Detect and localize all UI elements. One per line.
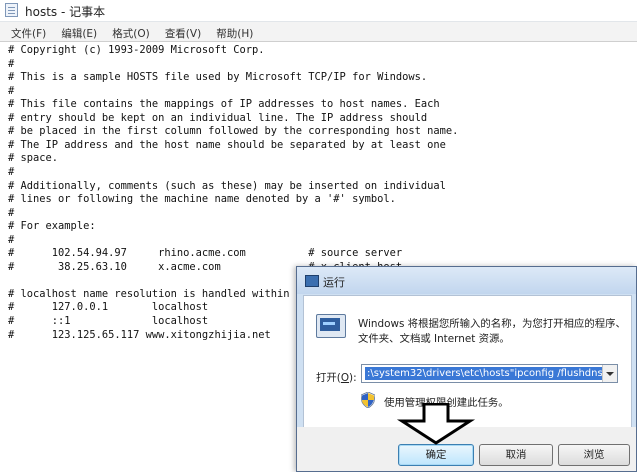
notepad-title: hosts - 记事本 <box>25 5 106 19</box>
text-line: # 127.0.0.1 localhost <box>8 301 209 314</box>
text-line: # <box>8 57 15 70</box>
text-line: # <box>8 165 15 178</box>
ok-button[interactable]: 确定 <box>398 444 474 466</box>
text-line: # <box>8 233 15 246</box>
notepad-menubar: 文件(F) 编辑(E) 格式(O) 查看(V) 帮助(H) <box>0 22 637 42</box>
text-line: # 102.54.94.97 rhino.acme.com # source s… <box>8 247 403 260</box>
text-line: # This file contains the mappings of IP … <box>8 98 440 111</box>
menu-format[interactable]: 格式(O) <box>107 24 154 43</box>
uac-shield-icon <box>361 392 375 408</box>
menu-view[interactable]: 查看(V) <box>160 24 206 43</box>
text-line: # <box>8 206 15 219</box>
text-line: # lines or following the machine name de… <box>8 193 396 206</box>
menu-file[interactable]: 文件(F) <box>6 24 51 43</box>
text-line: # Additionally, comments (such as these)… <box>8 179 446 192</box>
cancel-button[interactable]: 取消 <box>479 444 553 466</box>
run-icon <box>305 275 319 287</box>
browse-button[interactable]: 浏览 <box>558 444 630 466</box>
command-input[interactable]: :\system32\drivers\etc\hosts"ipconfig /f… <box>361 364 618 383</box>
down-arrow-annotation-icon <box>396 403 476 445</box>
menu-edit[interactable]: 编辑(E) <box>56 24 102 43</box>
text-line: # ::1 localhost <box>8 315 209 327</box>
text-line: # Copyright (c) 1993-2009 Microsoft Corp… <box>8 44 265 56</box>
dropdown-arrow-icon[interactable] <box>602 365 617 382</box>
run-dialog-titlebar: 运行 <box>297 267 636 294</box>
text-line: # 123.125.65.117 www.xitongzhijia.net <box>8 328 271 341</box>
run-description: Windows 将根据您所输入的名称，为您打开相应的程序、文件夹、文档或 Int… <box>358 318 626 345</box>
run-program-icon <box>316 314 346 338</box>
text-line: # <box>8 84 15 97</box>
command-text: :\system32\drivers\etc\hosts"ipconfig /f… <box>365 367 617 380</box>
text-line: # For example: <box>8 220 96 233</box>
text-line: # The IP address and the host name shoul… <box>8 138 446 151</box>
text-line: # entry should be kept on an individual … <box>8 111 428 124</box>
text-line: # space. <box>8 152 59 165</box>
menu-help[interactable]: 帮助(H) <box>211 24 258 43</box>
open-label: 打开(O): <box>316 372 357 384</box>
notepad-titlebar: hosts - 记事本 <box>0 0 637 22</box>
text-line: # be placed in the first column followed… <box>8 125 459 138</box>
notepad-icon <box>5 3 18 17</box>
run-dialog-title: 运行 <box>323 276 345 289</box>
text-line: # This is a sample HOSTS file used by Mi… <box>8 71 428 84</box>
